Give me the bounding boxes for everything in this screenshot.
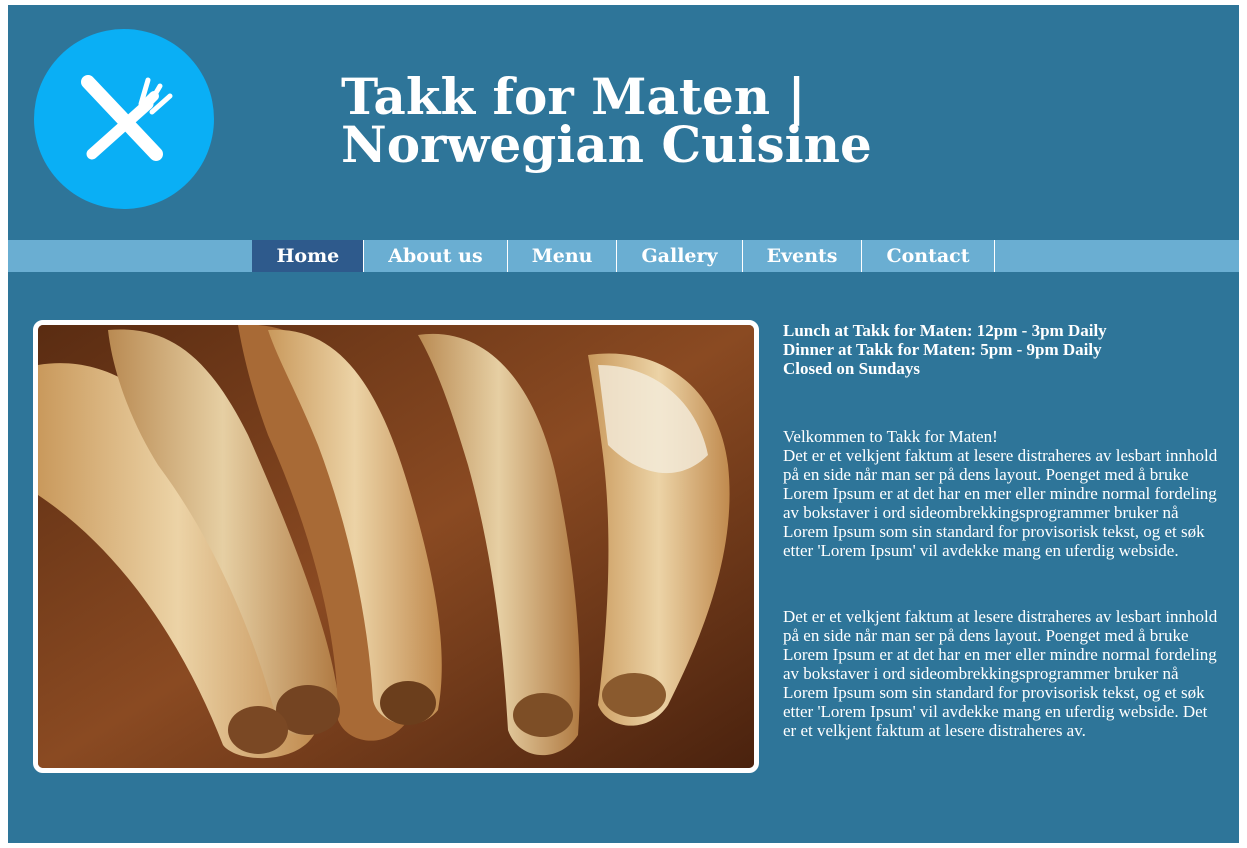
closed-notice: Closed on Sundays	[783, 359, 921, 378]
page-container: Takk for Maten | Norwegian Cuisine Home …	[8, 5, 1239, 843]
nav-events[interactable]: Events	[743, 240, 863, 272]
info-column: Lunch at Takk for Maten: 12pm - 3pm Dail…	[783, 321, 1223, 740]
food-photo	[33, 320, 759, 773]
lunch-hours: Lunch at Takk for Maten: 12pm - 3pm Dail…	[783, 321, 1107, 340]
fork-and-knife-icon	[81, 75, 173, 161]
nav-home[interactable]: Home	[252, 240, 365, 272]
rolled-waffles-illustration	[38, 325, 754, 768]
welcome-text: Velkommen to Takk for Maten!	[783, 427, 998, 446]
nav-menu[interactable]: Menu	[508, 240, 618, 272]
main-nav: Home About us Menu Gallery Events Contac…	[8, 240, 1239, 272]
site-title: Takk for Maten | Norwegian Cuisine	[341, 67, 872, 174]
dinner-hours: Dinner at Takk for Maten: 5pm - 9pm Dail…	[783, 340, 1102, 359]
site-logo[interactable]	[34, 29, 214, 209]
nav-contact[interactable]: Contact	[862, 240, 995, 272]
nav-about-us[interactable]: About us	[364, 240, 508, 272]
opening-hours: Lunch at Takk for Maten: 12pm - 3pm Dail…	[783, 321, 1223, 378]
nav-gallery[interactable]: Gallery	[617, 240, 743, 272]
second-paragraph: Det er et velkjent faktum at lesere dist…	[783, 607, 1218, 740]
site-header: Takk for Maten | Norwegian Cuisine	[8, 5, 1239, 240]
intro-section: Velkommen to Takk for Maten! Det er et v…	[783, 427, 1223, 560]
intro-paragraph: Det er et velkjent faktum at lesere dist…	[783, 446, 1218, 560]
